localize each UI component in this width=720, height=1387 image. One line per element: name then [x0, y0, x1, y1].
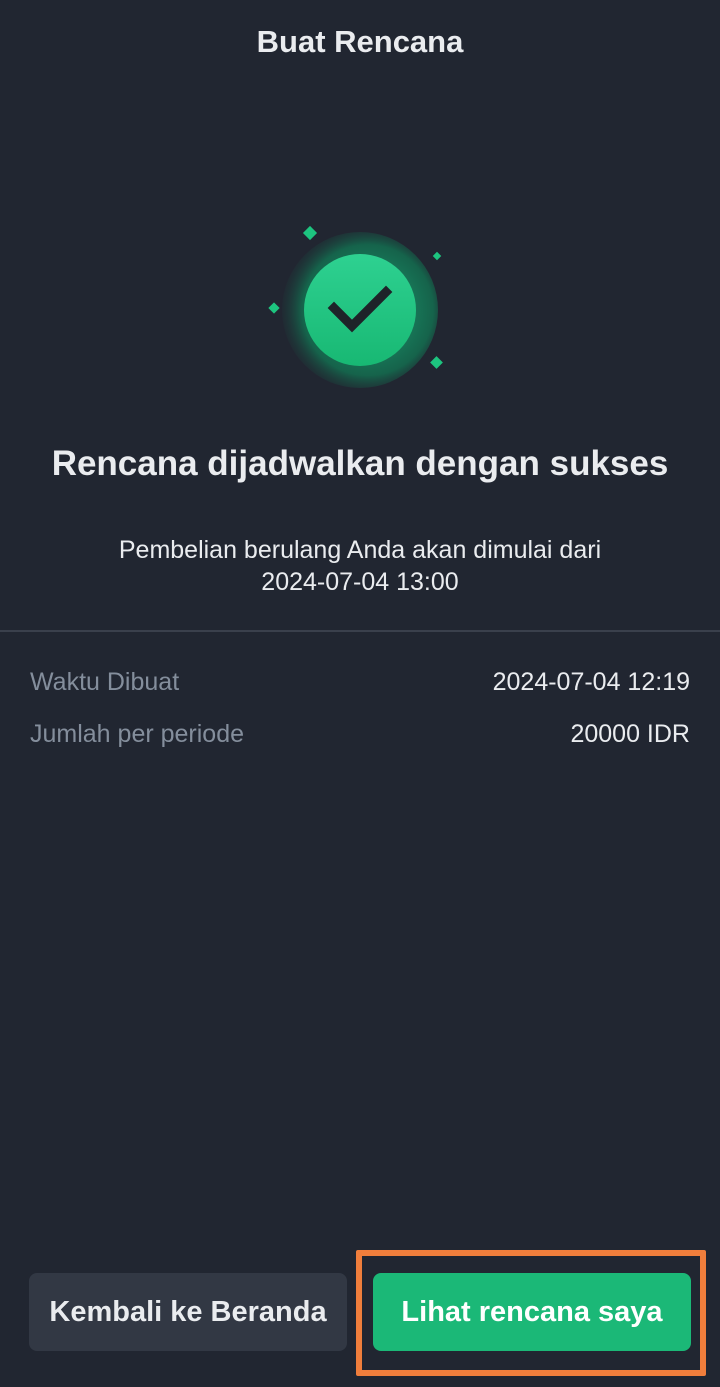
back-to-home-button[interactable]: Kembali ke Beranda [29, 1273, 347, 1351]
detail-label: Jumlah per periode [30, 719, 245, 748]
top-header: Buat Rencana [0, 0, 720, 84]
detail-row-created-time: Waktu Dibuat 2024-07-04 12:19 [30, 664, 690, 700]
success-description: Pembelian berulang Anda akan dimulai dar… [60, 534, 660, 598]
description-line: Pembelian berulang Anda akan dimulai dar… [118, 536, 602, 564]
start-datetime: 2024-07-04 13:00 [261, 568, 459, 596]
detail-value: 2024-07-04 12:19 [492, 667, 690, 696]
detail-label: Waktu Dibuat [30, 667, 180, 696]
page-title: Buat Rencana [256, 24, 464, 59]
detail-row-amount-per-period: Jumlah per periode 20000 IDR [30, 716, 690, 752]
success-check-icon [260, 220, 460, 400]
divider [0, 630, 720, 632]
success-title: Rencana dijadwalkan dengan sukses [51, 444, 669, 483]
view-my-plan-button[interactable]: Lihat rencana saya [373, 1273, 691, 1351]
detail-value: 20000 IDR [570, 719, 690, 748]
